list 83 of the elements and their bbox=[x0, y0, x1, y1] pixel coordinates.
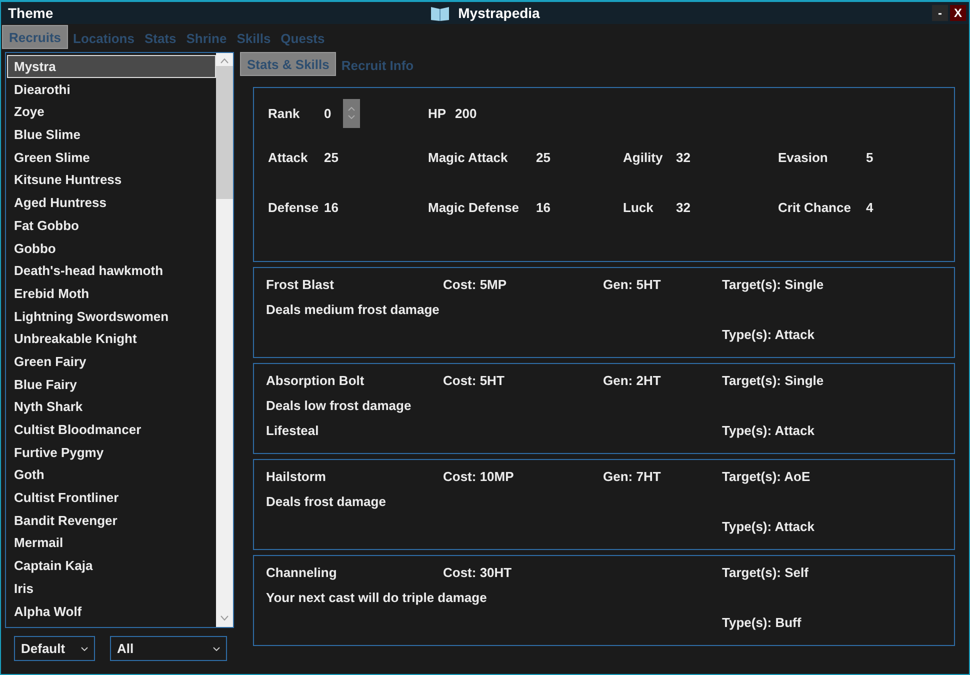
skill-description: Deals medium frost damage bbox=[266, 302, 440, 317]
list-item[interactable]: Bandit Revenger bbox=[7, 508, 216, 532]
list-item[interactable]: Nyth Shark bbox=[7, 395, 216, 418]
window-title: Mystrapedia bbox=[458, 5, 540, 21]
skill-description: Lifesteal bbox=[266, 423, 320, 438]
stat-label: Agility bbox=[623, 150, 664, 164]
scrollbar[interactable] bbox=[216, 53, 233, 627]
skill-targets: Target(s): Single bbox=[722, 277, 825, 292]
skill-types: Type(s): Buff bbox=[722, 615, 802, 630]
skill-description: Deals low frost damage bbox=[266, 398, 412, 413]
dropdown[interactable]: Default bbox=[14, 636, 95, 661]
stat-value: 32 bbox=[676, 150, 692, 164]
close-button[interactable]: X bbox=[950, 5, 966, 21]
chevron-down-icon bbox=[81, 646, 88, 650]
skill-targets: Target(s): AoE bbox=[722, 469, 812, 484]
skill-name: Hailstorm bbox=[266, 469, 327, 484]
skill-targets: Target(s): Single bbox=[722, 373, 825, 388]
stat-value: 32 bbox=[676, 200, 692, 214]
stat-label: Crit Chance bbox=[778, 200, 852, 214]
skill-cost: Cost: 10MP bbox=[443, 469, 515, 484]
list-item[interactable]: Captain Kaja bbox=[7, 554, 216, 577]
skill-gen: Gen: 2HT bbox=[603, 373, 662, 388]
stat-label: Evasion bbox=[778, 150, 829, 164]
list-item[interactable]: Aged Huntress bbox=[7, 191, 216, 214]
skill-name: Absorption Bolt bbox=[266, 373, 366, 388]
skill-gen: Gen: 5HT bbox=[603, 277, 662, 292]
list-item[interactable]: Diearothi bbox=[7, 78, 216, 100]
list-item[interactable]: Gobbo bbox=[7, 236, 216, 260]
list-item[interactable]: Iris bbox=[7, 576, 216, 600]
skill-cost: Cost: 5MP bbox=[443, 277, 508, 292]
stat-label: Magic Defense bbox=[428, 200, 520, 214]
stat-value: 200 bbox=[455, 106, 478, 120]
stat-value: 16 bbox=[324, 200, 340, 214]
stat-label: HP bbox=[428, 106, 448, 120]
stat-label: Defense bbox=[268, 200, 320, 214]
skill-cost: Cost: 5HT bbox=[443, 373, 506, 388]
theme-menu[interactable]: Theme bbox=[8, 5, 54, 21]
list-item[interactable]: Green Slime bbox=[7, 146, 216, 168]
list-item[interactable]: Furtive Pygmy bbox=[7, 440, 216, 464]
stat-label: Rank bbox=[268, 106, 301, 120]
stat-label: Luck bbox=[623, 200, 654, 214]
stat-label: Attack bbox=[268, 150, 309, 164]
list-item[interactable]: Lightning Swordswomen bbox=[7, 304, 216, 328]
skill-types: Type(s): Attack bbox=[722, 423, 816, 438]
scrollbar-thumb[interactable] bbox=[216, 66, 233, 199]
list-item[interactable]: Blue Fairy bbox=[7, 372, 216, 396]
stat-label: Magic Attack bbox=[428, 150, 509, 164]
list-item[interactable]: Green Fairy bbox=[7, 350, 216, 373]
list-item[interactable]: Cultist Frontliner bbox=[7, 486, 216, 509]
spinner[interactable] bbox=[343, 98, 360, 128]
list-item[interactable]: Kitsune Huntress bbox=[7, 168, 216, 192]
skill-gen: Gen: 7HT bbox=[603, 469, 662, 484]
stat-value: 0 bbox=[324, 106, 332, 120]
skill-targets: Target(s): Self bbox=[722, 565, 810, 580]
list-item[interactable]: Cultist Bloodmancer bbox=[7, 418, 216, 441]
skill-name: Frost Blast bbox=[266, 277, 335, 292]
list-item[interactable]: Erebid Moth bbox=[7, 282, 216, 305]
list-item[interactable]: Fat Gobbo bbox=[7, 214, 216, 236]
stat-value: 25 bbox=[324, 150, 340, 164]
skill-types: Type(s): Attack bbox=[722, 327, 816, 342]
stat-value: 5 bbox=[866, 150, 874, 164]
list-item[interactable]: Zoye bbox=[7, 100, 216, 124]
skill-types: Type(s): Attack bbox=[722, 519, 816, 534]
skill-cost: Cost: 30HT bbox=[443, 565, 513, 580]
chevron-down-icon bbox=[213, 646, 220, 650]
book-icon bbox=[430, 4, 450, 22]
list-item[interactable]: Mystra bbox=[7, 55, 216, 78]
list-item[interactable]: Goth bbox=[7, 463, 216, 486]
stat-value: 4 bbox=[866, 200, 874, 214]
list-item[interactable]: Alpha Wolf bbox=[7, 600, 216, 622]
list-item[interactable]: Mermail bbox=[7, 531, 216, 554]
list-item[interactable]: Death's-head hawkmoth bbox=[7, 259, 216, 282]
chevron-down-icon bbox=[220, 615, 229, 621]
list-item[interactable]: Blue Slime bbox=[7, 123, 216, 146]
list-item[interactable]: Unbreakable Knight bbox=[7, 327, 216, 350]
chevron-up-icon bbox=[220, 58, 229, 64]
skill-description: Deals frost damage bbox=[266, 494, 387, 509]
stat-value: 25 bbox=[536, 150, 552, 164]
stat-value: 16 bbox=[536, 200, 552, 214]
skill-name: Channeling bbox=[266, 565, 338, 580]
dropdown[interactable]: All bbox=[110, 636, 227, 661]
skill-description: Your next cast will do triple damage bbox=[266, 590, 488, 605]
minimize-button[interactable]: - bbox=[932, 5, 948, 21]
